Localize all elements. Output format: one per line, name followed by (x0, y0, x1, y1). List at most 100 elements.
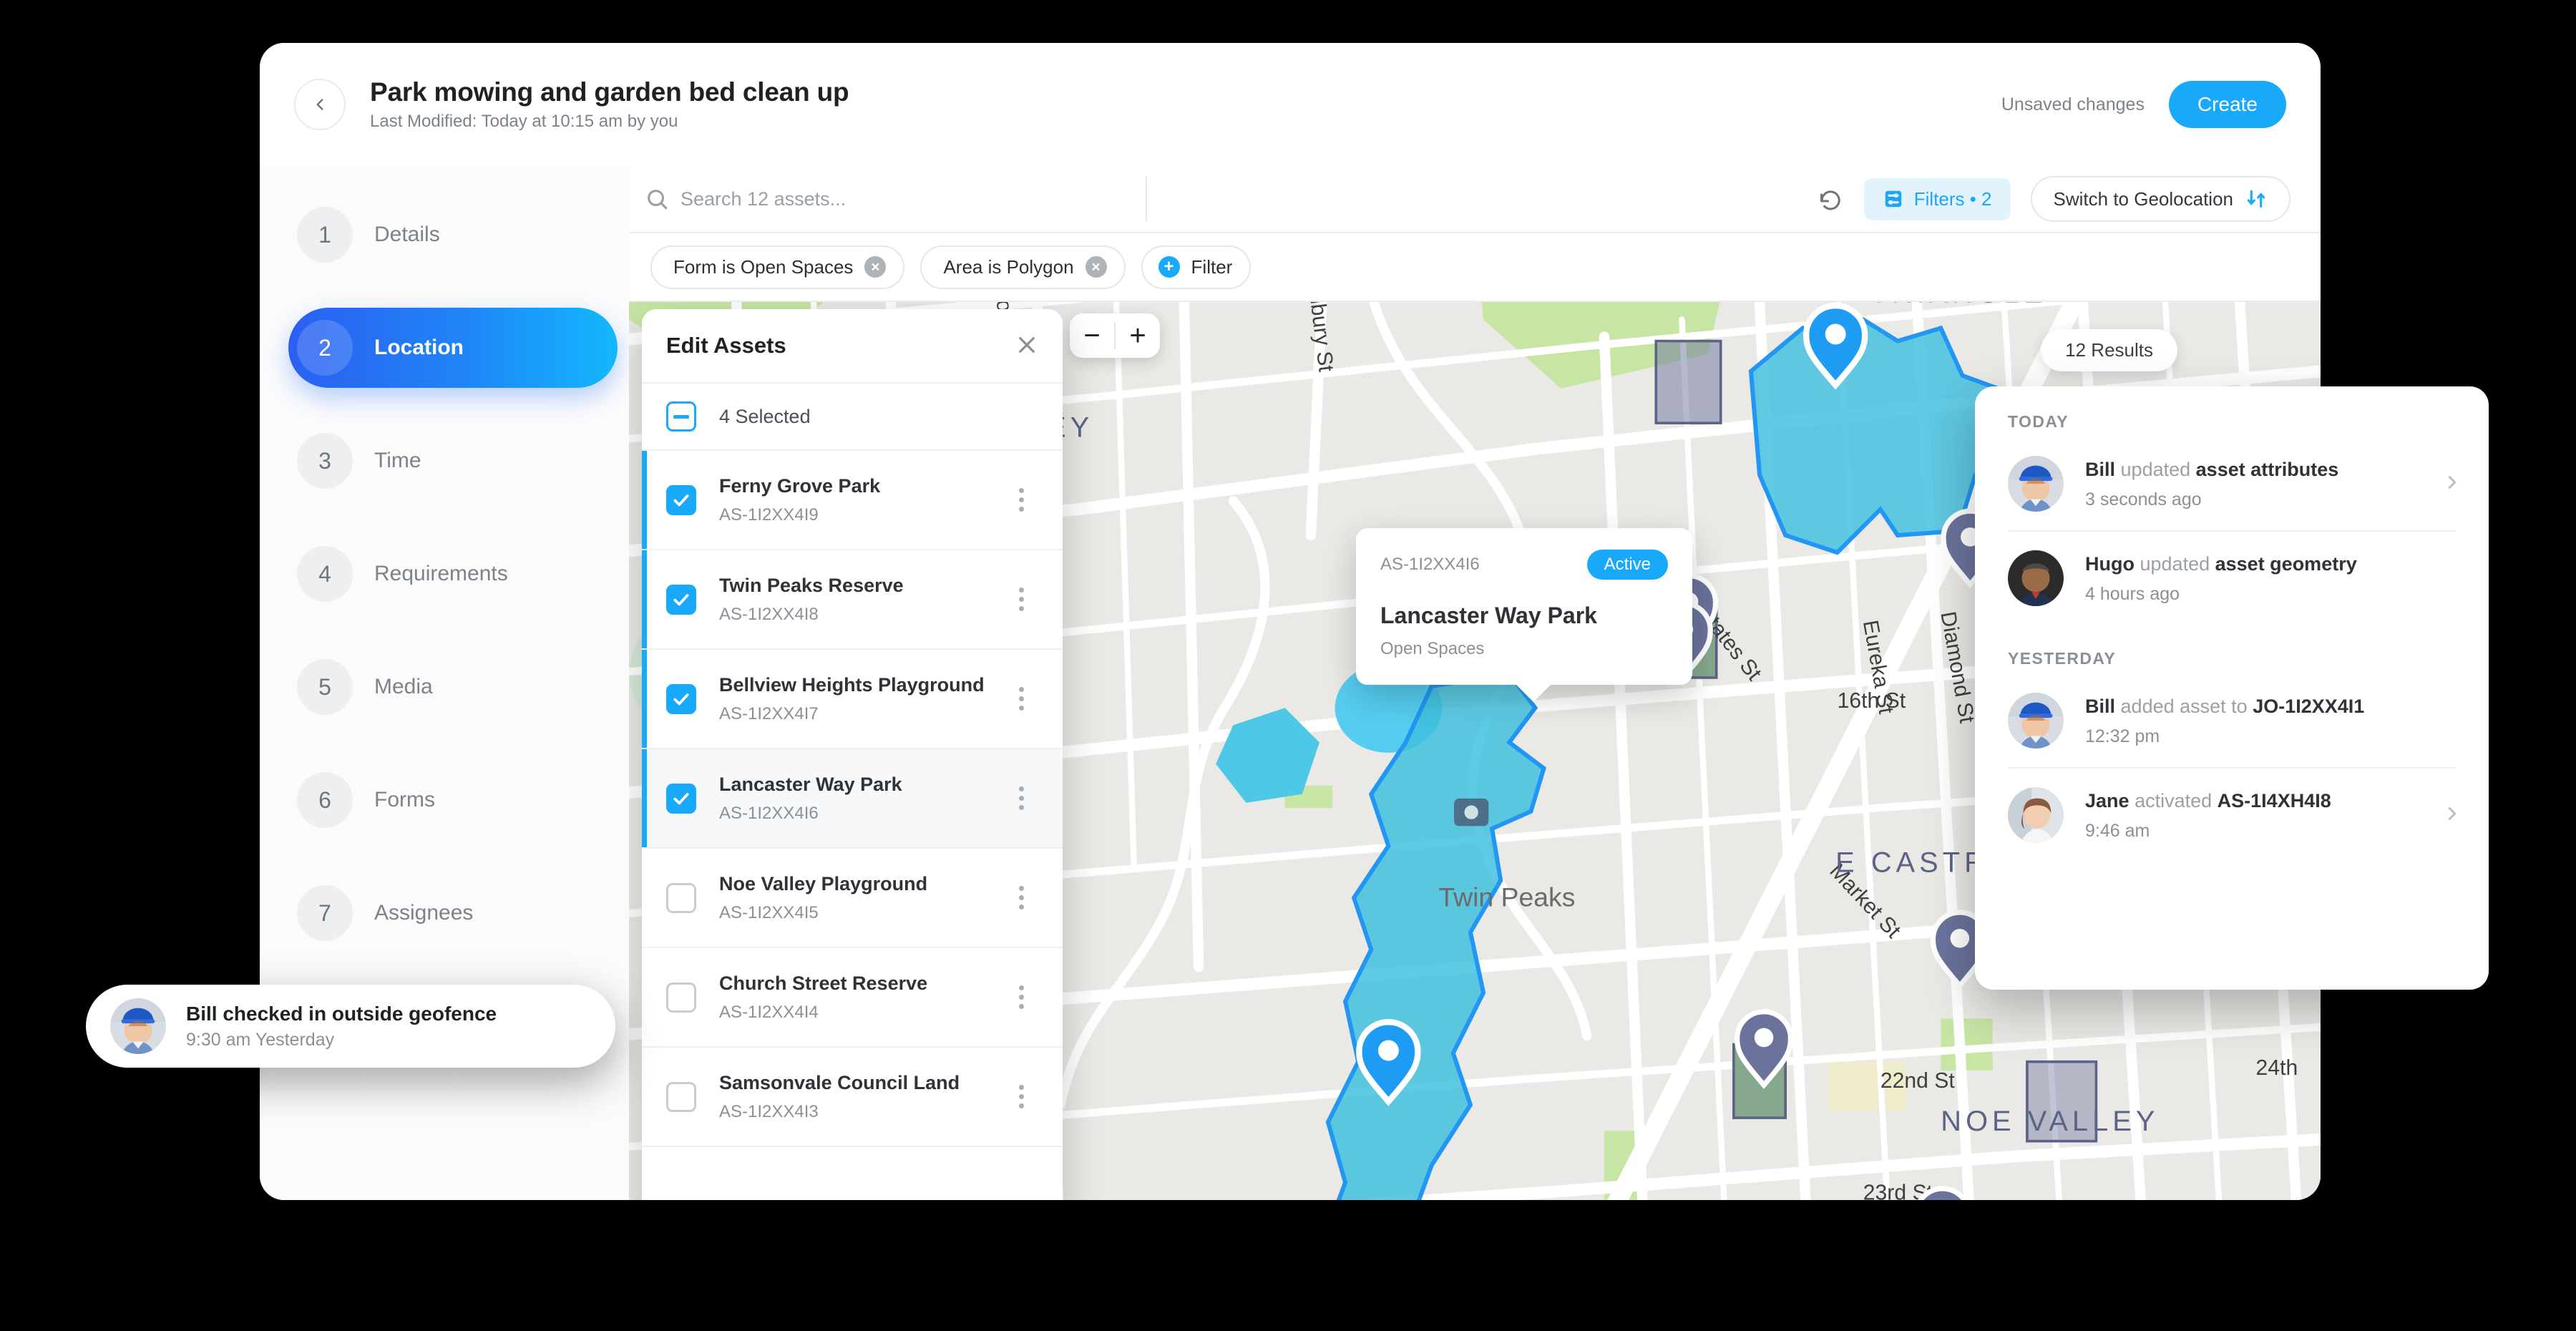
step-number: 6 (297, 772, 353, 828)
activity-time: 9:46 am (2085, 821, 2150, 842)
remove-filter-icon[interactable]: × (864, 256, 887, 278)
asset-texts: Twin Peaks Reserve AS-1I2XX4I8 (719, 574, 1004, 625)
list-item[interactable]: Bellview Heights Playground AS-1I2XX4I7 (642, 650, 1063, 749)
asset-popup-card[interactable]: AS-1I2XX4I6 Active Lancaster Way Park Op… (1356, 528, 1692, 702)
search-input[interactable] (680, 187, 1138, 210)
panel-header: Edit Assets (642, 309, 1063, 384)
asset-checkbox[interactable] (666, 1081, 696, 1112)
undo-button[interactable] (1818, 186, 1844, 212)
add-filter-label: Filter (1191, 255, 1233, 278)
avatar (2008, 787, 2064, 843)
sidebar-item-location[interactable]: 2 Location (288, 308, 618, 388)
switch-to-geolocation-button[interactable]: Switch to Geolocation (2030, 176, 2290, 222)
swap-icon (2247, 190, 2265, 208)
activity-time: 4 hours ago (2085, 584, 2180, 605)
activity-item[interactable]: Jane activated AS-1I4XH4I8 9:46 am (1975, 769, 2489, 862)
remove-filter-icon[interactable]: × (1085, 256, 1107, 278)
chevron-right-icon[interactable] (2441, 803, 2463, 828)
popup-asset-id: AS-1I2XX4I6 (1380, 555, 1480, 574)
sidebar-item-forms[interactable]: 6 Forms (288, 760, 602, 840)
close-icon (1019, 336, 1035, 353)
sidebar-item-time[interactable]: 3 Time (288, 421, 602, 501)
asset-checkbox[interactable] (666, 484, 696, 515)
search-toolbar: Filters • 2 Switch to Geolocation (629, 166, 2321, 233)
asset-checkbox[interactable] (666, 882, 696, 913)
asset-checkbox[interactable] (666, 683, 696, 714)
zoom-in-button[interactable]: + (1116, 313, 1160, 358)
svg-text:22nd St: 22nd St (1880, 1069, 1956, 1093)
worker-blue-helmet-avatar-icon (2008, 693, 2064, 749)
filter-chip-area[interactable]: Area is Polygon × (920, 245, 1126, 289)
asset-more-menu-icon[interactable] (1004, 985, 1038, 1009)
list-item[interactable]: Lancaster Way Park AS-1I2XX4I6 (642, 749, 1063, 849)
step-label: Location (374, 336, 464, 359)
map-place-labels: Twin Peaks (1438, 882, 1575, 912)
select-all-row[interactable]: 4 Selected (642, 384, 1063, 451)
header-actions: Unsaved changes Create (2001, 81, 2286, 128)
sidebar-item-assignees[interactable]: 7 Assignees (288, 873, 602, 953)
create-button[interactable]: Create (2168, 81, 2286, 128)
check-icon (673, 693, 689, 705)
list-item[interactable]: Ferny Grove Park AS-1I2XX4I9 (642, 451, 1063, 550)
status-badge: Active (1586, 550, 1668, 580)
avatar (2008, 550, 2064, 606)
asset-name: Twin Peaks Reserve (719, 575, 904, 597)
activity-texts: Bill updated asset attributes 3 seconds … (2085, 457, 2441, 510)
activity-item[interactable]: Bill added asset to JO-1I2XX4I1 12:32 pm (1975, 674, 2489, 767)
chevron-right-icon[interactable] (2441, 472, 2463, 497)
asset-list[interactable]: Ferny Grove Park AS-1I2XX4I9 Twin Peaks … (642, 451, 1063, 1200)
toast-title: Bill checked in outside geofence (186, 1002, 497, 1025)
list-item[interactable]: Twin Peaks Reserve AS-1I2XX4I8 (642, 550, 1063, 650)
step-number: 2 (297, 320, 353, 376)
activity-object: AS-1I4XH4I8 (2217, 789, 2331, 811)
filter-chip-form[interactable]: Form is Open Spaces × (650, 245, 905, 289)
activity-item[interactable]: Bill updated asset attributes 3 seconds … (1975, 437, 2489, 530)
asset-id: AS-1I2XX4I5 (719, 902, 819, 922)
select-all-checkbox[interactable] (666, 401, 696, 432)
filters-button[interactable]: Filters • 2 (1863, 177, 2011, 220)
asset-more-menu-icon[interactable] (1004, 488, 1038, 512)
asset-id: AS-1I2XX4I8 (719, 604, 819, 624)
asset-id: AS-1I2XX4I3 (719, 1101, 819, 1121)
list-item[interactable]: Samsonvale Council Land AS-1I2XX4I3 (642, 1048, 1063, 1147)
activity-object: JO-1I2XX4I1 (2253, 695, 2365, 717)
back-button[interactable] (294, 79, 346, 130)
asset-more-menu-icon[interactable] (1004, 588, 1038, 611)
list-item[interactable]: Noe Valley Playground AS-1I2XX4I5 (642, 849, 1063, 948)
filters-icon (1885, 190, 1901, 208)
close-panel-button[interactable] (1015, 333, 1038, 359)
activity-actor: Bill (2085, 458, 2116, 480)
add-filter-button[interactable]: + Filter (1141, 245, 1252, 289)
worker-blue-helmet-avatar-icon (110, 998, 166, 1054)
activity-verb: updated (2120, 458, 2191, 480)
list-item[interactable]: Church Street Reserve AS-1I2XX4I4 (642, 948, 1063, 1048)
popup-asset-name: Lancaster Way Park (1380, 603, 1597, 628)
asset-checkbox[interactable] (666, 584, 696, 615)
step-number: 5 (297, 659, 353, 715)
asset-more-menu-icon[interactable] (1004, 1085, 1038, 1108)
sidebar-item-details[interactable]: 1 Details (288, 195, 602, 275)
asset-more-menu-icon[interactable] (1004, 786, 1038, 810)
asset-checkbox[interactable] (666, 783, 696, 814)
sidebar-item-requirements[interactable]: 4 Requirements (288, 534, 602, 614)
activity-verb: updated (2140, 552, 2210, 575)
plus-icon: + (1158, 256, 1180, 278)
activity-texts: Hugo updated asset geometry 4 hours ago (2085, 552, 2463, 605)
asset-texts: Noe Valley Playground AS-1I2XX4I5 (719, 872, 1004, 923)
worker-woman-avatar-icon (2008, 787, 2064, 843)
activity-item[interactable]: Hugo updated asset geometry 4 hours ago (1975, 532, 2489, 625)
asset-texts: Samsonvale Council Land AS-1I2XX4I3 (719, 1071, 1004, 1122)
activity-time: 3 seconds ago (2085, 489, 2202, 510)
toolbar-actions: Filters • 2 Switch to Geolocation (1818, 176, 2321, 222)
activity-object: asset attributes (2195, 458, 2339, 480)
sidebar-item-media[interactable]: 5 Media (288, 647, 602, 727)
asset-more-menu-icon[interactable] (1004, 687, 1038, 711)
activity-object: asset geometry (2215, 552, 2357, 575)
filter-chips-row: Form is Open Spaces × Area is Polygon × … (629, 233, 2321, 302)
geofence-toast[interactable]: Bill checked in outside geofence 9:30 am… (86, 985, 615, 1068)
step-label: Details (374, 223, 440, 246)
zoom-out-button[interactable]: − (1070, 313, 1114, 358)
asset-more-menu-icon[interactable] (1004, 886, 1038, 910)
step-number: 1 (297, 207, 353, 263)
asset-checkbox[interactable] (666, 982, 696, 1013)
